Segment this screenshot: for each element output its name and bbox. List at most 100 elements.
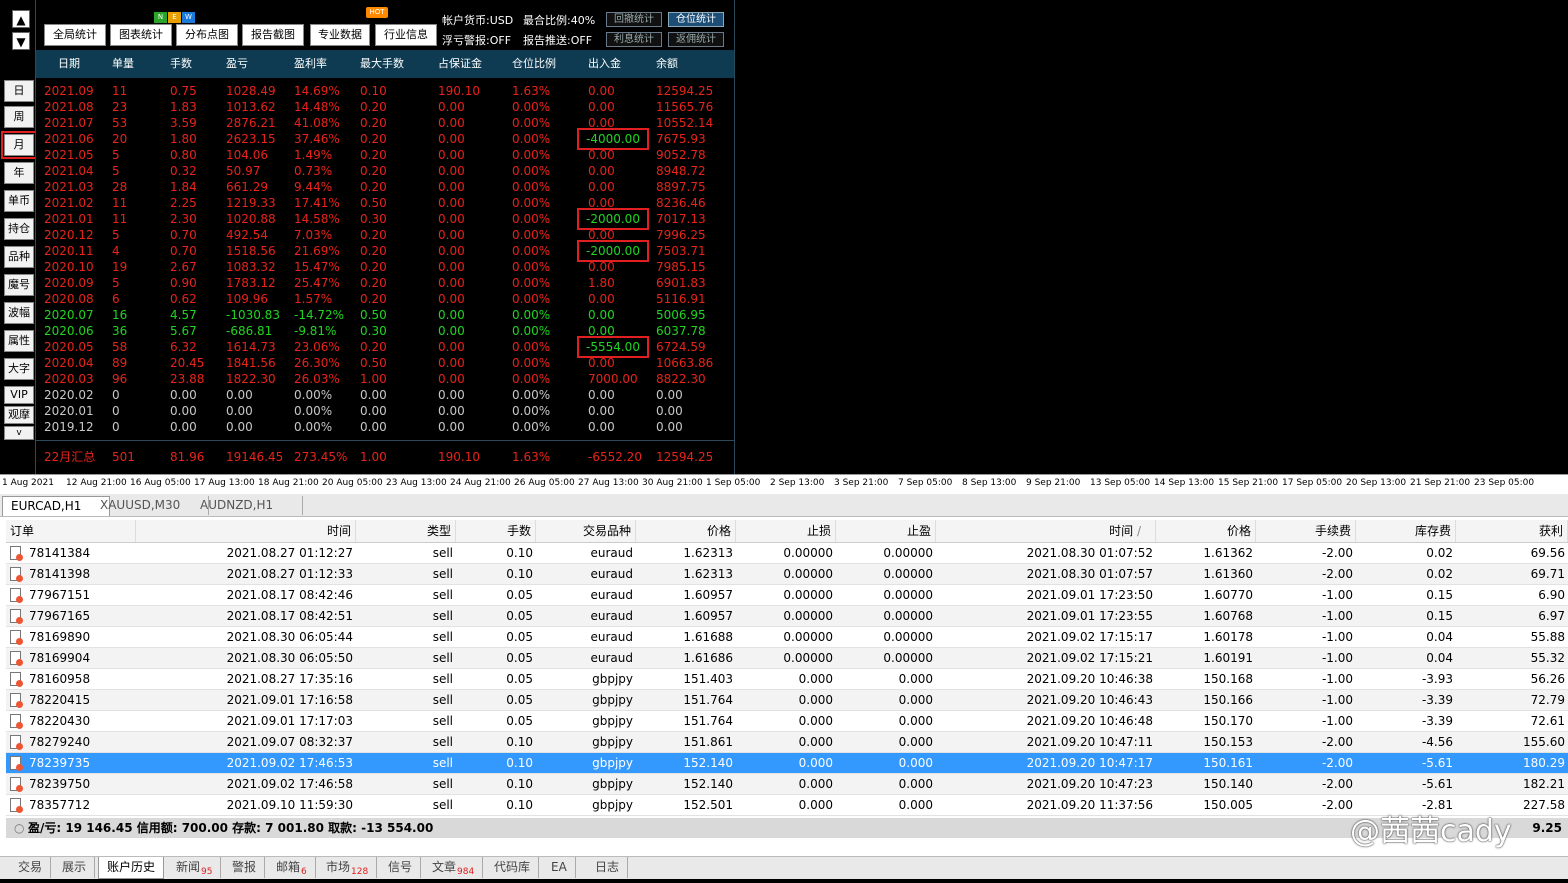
history-header-6[interactable]: 止损	[736, 520, 836, 542]
monthly-cell: 1.63%	[512, 84, 551, 98]
monthly-cell: 0.00	[438, 276, 465, 290]
scroll-down-button[interactable]: ▼	[12, 32, 30, 50]
monthly-cell: 0.00%	[512, 308, 551, 322]
monthly-cell: 0.00%	[512, 260, 551, 274]
side-button-11[interactable]: VIP	[4, 386, 34, 404]
monthly-cell: 2020.02	[44, 388, 94, 402]
chart-tabs: EURCAD,H1 XAUUSD,M30 AUDNZD,H1	[0, 494, 1568, 517]
toolbar-button-5[interactable]: 行业信息	[375, 24, 437, 46]
table-row[interactable]: 78141384 2021.08.27 01:12:27 sell 0.10 eurau…	[6, 543, 1568, 564]
monthly-header-0[interactable]: 日期	[58, 50, 80, 78]
side-button-0[interactable]: 日	[4, 80, 34, 102]
toolbar-button-3[interactable]: 报告截图	[242, 24, 304, 46]
table-row[interactable]: 78357712 2021.09.10 11:59:30 sell 0.10 gbpjp…	[6, 795, 1568, 816]
table-row[interactable]: 78279240 2021.09.07 08:32:37 sell 0.10 gbpjp…	[6, 732, 1568, 753]
history-header-8[interactable]: 时间 /	[936, 520, 1156, 542]
table-row[interactable]: 78239750 2021.09.02 17:46:58 sell 0.10 gbpjp…	[6, 774, 1568, 795]
toolbar-button-1[interactable]: 图表统计	[110, 24, 172, 46]
monthly-header-9[interactable]: 余额	[656, 50, 678, 78]
side-button-12[interactable]: 观摩	[4, 406, 34, 424]
monthly-cell: 1783.12	[226, 276, 276, 290]
rebate-stats-button[interactable]: 返佣统计	[668, 32, 724, 47]
history-header-12[interactable]: 获利	[1456, 520, 1568, 542]
monthly-cell: 0.00%	[512, 292, 551, 306]
side-button-7[interactable]: 魔号	[4, 274, 34, 296]
history-header-9[interactable]: 价格	[1156, 520, 1256, 542]
monthly-cell: 9.44%	[294, 180, 333, 194]
table-cell: 150.168	[1203, 672, 1253, 686]
chart-tab-2[interactable]: AUDNZD,H1	[192, 496, 303, 515]
terminal-tab-3[interactable]: 新闻95	[168, 857, 222, 878]
table-row[interactable]: 78220430 2021.09.01 17:17:03 sell 0.05 gbpjp…	[6, 711, 1568, 732]
side-button-6[interactable]: 品种	[4, 246, 34, 268]
toolbar-button-2[interactable]: 分布点图	[176, 24, 238, 46]
monthly-header-4[interactable]: 盈利率	[294, 50, 327, 78]
terminal-tab-1[interactable]: 展示	[54, 857, 96, 878]
side-button-5[interactable]: 持仓	[4, 218, 34, 240]
toolbar-button-4[interactable]: 专业数据	[310, 24, 370, 46]
terminal-tab-6[interactable]: 市场128	[318, 857, 378, 878]
table-cell: 0.00000	[783, 630, 833, 644]
table-row[interactable]: 78160958 2021.08.27 17:35:16 sell 0.05 gbpjp…	[6, 669, 1568, 690]
table-row[interactable]: 78169890 2021.08.30 06:05:44 sell 0.05 eurau…	[6, 627, 1568, 648]
table-cell: 2021.08.27 01:12:27	[226, 546, 353, 560]
side-button-3[interactable]: 年	[4, 162, 34, 184]
side-button-8[interactable]: 波幅	[4, 302, 34, 324]
terminal-tab-11[interactable]: 日志	[587, 857, 629, 878]
table-cell: 2021.09.20 10:46:43	[1026, 693, 1153, 707]
monthly-header-7[interactable]: 仓位比例	[512, 50, 556, 78]
interest-stats-button[interactable]: 利息统计	[606, 32, 662, 47]
table-row[interactable]: 78169904 2021.08.30 06:05:50 sell 0.05 eurau…	[6, 648, 1568, 669]
side-button-10[interactable]: 大字	[4, 358, 34, 380]
monthly-cell: 23	[112, 100, 128, 114]
table-cell: 69.56	[1530, 546, 1565, 560]
monthly-cell: 1.80	[588, 276, 615, 290]
monthly-cell: 5	[112, 148, 120, 162]
terminal-tab-10[interactable]: EA	[543, 857, 576, 878]
monthly-header-1[interactable]: 单量	[112, 50, 134, 78]
history-header-1[interactable]: 时间	[136, 520, 356, 542]
terminal-tab-2[interactable]: 账户历史	[98, 857, 165, 879]
side-button-2[interactable]: 月	[1, 131, 37, 159]
side-button-1[interactable]: 周	[4, 106, 34, 128]
history-header-10[interactable]: 手续费	[1256, 520, 1356, 542]
terminal-tab-8[interactable]: 文章984	[424, 857, 484, 878]
table-cell: 2021.09.07 08:32:37	[226, 735, 353, 749]
history-header-7[interactable]: 止盈	[836, 520, 936, 542]
history-header-5[interactable]: 价格	[636, 520, 736, 542]
table-cell: 78357712	[29, 798, 91, 812]
monthly-header-2[interactable]: 手数	[170, 50, 192, 78]
history-header-3[interactable]: 手数	[456, 520, 536, 542]
history-header-2[interactable]: 类型	[356, 520, 456, 542]
drawdown-stats-button[interactable]: 回撤统计	[606, 12, 662, 27]
terminal-tab-9[interactable]: 代码库	[486, 857, 540, 878]
table-row[interactable]: 77967165 2021.08.17 08:42:51 sell 0.05 eurau…	[6, 606, 1568, 627]
position-stats-button[interactable]: 仓位统计	[668, 12, 724, 27]
monthly-cell: 1.49%	[294, 148, 333, 162]
more-button[interactable]: v	[4, 426, 34, 440]
history-header-4[interactable]: 交易品种	[536, 520, 636, 542]
table-row[interactable]: 78239735 2021.09.02 17:46:53 sell 0.10 gbpjp…	[6, 753, 1568, 774]
side-button-9[interactable]: 属性	[4, 330, 34, 352]
monthly-cell: 1.00	[360, 372, 387, 386]
history-header-11[interactable]: 库存费	[1356, 520, 1456, 542]
table-cell: -5.61	[1421, 777, 1453, 791]
terminal-tab-4[interactable]: 警报	[224, 857, 266, 878]
monthly-header-3[interactable]: 盈亏	[226, 50, 248, 78]
monthly-header-5[interactable]: 最大手数	[360, 50, 404, 78]
table-row[interactable]: 77967151 2021.08.17 08:42:46 sell 0.05 eurau…	[6, 585, 1568, 606]
terminal-tab-5[interactable]: 邮箱6	[268, 857, 316, 878]
monthly-header-8[interactable]: 出入金	[588, 50, 621, 78]
table-row[interactable]: 78141398 2021.08.27 01:12:33 sell 0.10 eurau…	[6, 564, 1568, 585]
monthly-cell: 1.83	[170, 100, 197, 114]
history-header-0[interactable]: 订单	[6, 520, 136, 542]
terminal-tab-0[interactable]: 交易	[10, 857, 52, 878]
table-row[interactable]: 78220415 2021.09.01 17:16:58 sell 0.05 gbpjp…	[6, 690, 1568, 711]
time-tick: 24 Aug 21:00	[450, 478, 511, 488]
toolbar-button-0[interactable]: 全局统计	[44, 24, 106, 46]
monthly-header-6[interactable]: 占保证金	[438, 50, 482, 78]
scroll-up-button[interactable]: ▲	[12, 10, 30, 28]
terminal-tab-7[interactable]: 信号	[380, 857, 422, 878]
time-tick: 27 Aug 13:00	[578, 478, 639, 488]
side-button-4[interactable]: 单币	[4, 190, 34, 212]
